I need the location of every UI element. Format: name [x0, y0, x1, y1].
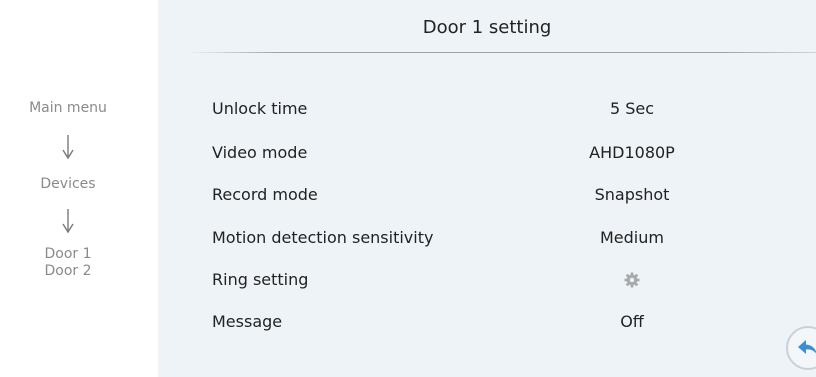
breadcrumb-door-1[interactable]: Door 1 [0, 246, 136, 263]
screen: Main menu Devices Door 1 Door 2 Door 1 s… [0, 0, 816, 377]
page-title: Door 1 setting [422, 17, 552, 38]
setting-row-message[interactable]: Message Off [158, 307, 816, 337]
breadcrumb-devices[interactable]: Devices [0, 176, 136, 193]
setting-label: Record mode [212, 185, 318, 204]
setting-value[interactable]: AHD1080P [558, 138, 706, 168]
setting-row-unlock-time[interactable]: Unlock time 5 Sec [158, 94, 816, 124]
setting-value[interactable]: Off [558, 307, 706, 337]
setting-label: Message [212, 312, 283, 331]
title-divider [186, 52, 816, 53]
setting-label: Motion detection sensitivity [212, 228, 434, 247]
settings-panel: Door 1 setting Unlock time 5 Sec Video m… [158, 0, 816, 377]
back-button[interactable] [786, 326, 816, 370]
gear-icon[interactable] [624, 272, 640, 288]
breadcrumb-door-2[interactable]: Door 2 [0, 263, 136, 280]
breadcrumb-main-menu[interactable]: Main menu [0, 100, 136, 117]
setting-value[interactable]: 5 Sec [558, 94, 706, 124]
setting-row-ring-setting[interactable]: Ring setting [158, 265, 816, 295]
setting-label: Ring setting [212, 270, 309, 289]
arrow-down-icon [62, 135, 74, 160]
setting-label: Unlock time [212, 99, 308, 118]
setting-row-motion-detection-sensitivity[interactable]: Motion detection sensitivity Medium [158, 223, 816, 253]
setting-value[interactable]: Snapshot [558, 180, 706, 210]
setting-value[interactable]: Medium [558, 223, 706, 253]
breadcrumb: Main menu Devices Door 1 Door 2 [0, 0, 158, 377]
setting-label: Video mode [212, 143, 308, 162]
back-arrow-icon [798, 340, 816, 354]
setting-row-video-mode[interactable]: Video mode AHD1080P [158, 138, 816, 168]
setting-row-record-mode[interactable]: Record mode Snapshot [158, 180, 816, 210]
arrow-down-icon [62, 209, 74, 234]
